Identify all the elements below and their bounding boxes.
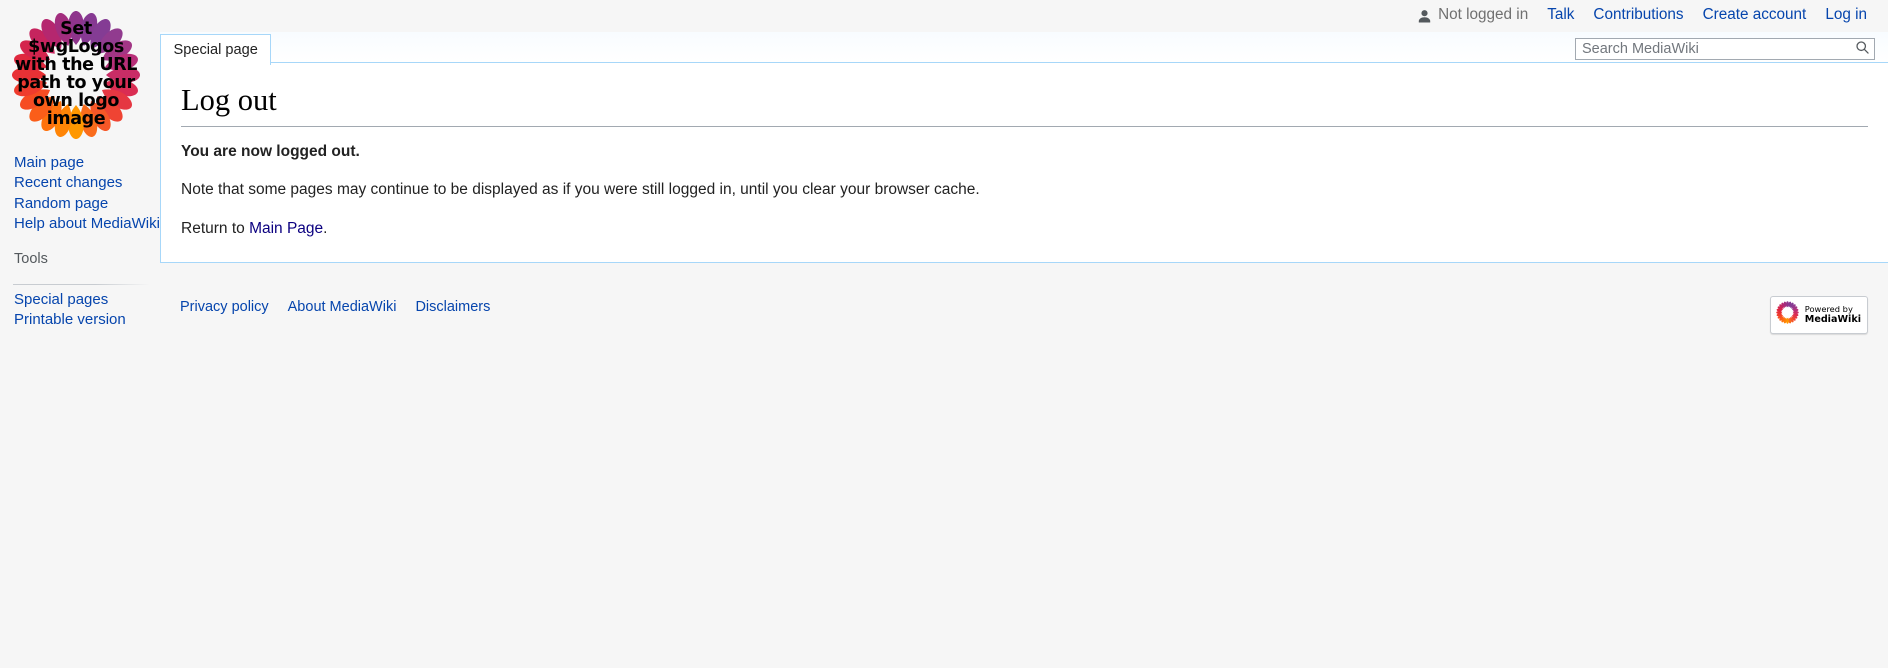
- page-title: Log out: [181, 81, 1868, 127]
- browser-cache-note: Note that some pages may continue to be …: [181, 181, 980, 199]
- sidebar-item-random-page[interactable]: Random page: [0, 195, 160, 213]
- tools-list: Special pages Printable version: [0, 291, 160, 329]
- navigation-list: Main page Recent changes Random page Hel…: [0, 154, 160, 233]
- logo-placeholder-text: Set $wgLogos with the URL path to your o…: [15, 19, 137, 129]
- search-icon: [1855, 40, 1870, 58]
- footer-item-privacy-policy[interactable]: Privacy policy: [180, 299, 269, 315]
- search-button[interactable]: [1853, 40, 1872, 58]
- sidebar-link-main-page[interactable]: Main page: [14, 154, 84, 171]
- powered-by-text: Powered by MediaWiki: [1804, 303, 1861, 326]
- return-paragraph: Return to Main Page.: [181, 217, 1868, 242]
- portal-tools: Tools Special pages Printable version: [0, 251, 160, 329]
- site-logo[interactable]: Set $wgLogos with the URL path to your o…: [0, 0, 152, 150]
- footer-item-disclaimers[interactable]: Disclaimers: [415, 299, 490, 315]
- body-content: You are now logged out. Note that some p…: [181, 127, 1868, 242]
- sidebar-item-special-pages[interactable]: Special pages: [0, 291, 160, 309]
- footer-item-about-mediawiki[interactable]: About MediaWiki: [288, 299, 397, 315]
- main-content-area: Log out You are now logged out. Note tha…: [160, 63, 1888, 263]
- search-form: [1575, 38, 1875, 60]
- footer-link-privacy-policy[interactable]: Privacy policy: [180, 299, 269, 315]
- powered-by-mediawiki-badge[interactable]: Powered by MediaWiki: [1769, 296, 1868, 334]
- footer-icons: Powered by MediaWiki: [1769, 296, 1868, 334]
- logged-out-notice: You are now logged out.: [181, 142, 360, 160]
- search-input[interactable]: [1575, 38, 1875, 60]
- powered-by-bottom-label: MediaWiki: [1804, 314, 1861, 326]
- sidebar-link-printable-version[interactable]: Printable version: [14, 311, 126, 328]
- sidebar-item-printable-version[interactable]: Printable version: [0, 311, 160, 329]
- sidebar-item-recent-changes[interactable]: Recent changes: [0, 174, 160, 192]
- sidebar-link-special-pages[interactable]: Special pages: [14, 291, 108, 308]
- namespace-tabs: Special page: [160, 32, 272, 65]
- sidebar-link-help-about-mediawiki[interactable]: Help about MediaWiki: [14, 215, 160, 232]
- sidebar-link-recent-changes[interactable]: Recent changes: [14, 174, 122, 191]
- sidebar-item-main-page[interactable]: Main page: [0, 154, 160, 172]
- mediawiki-sunflower-icon: [1775, 300, 1800, 330]
- footer-links-list: Privacy policy About MediaWiki Disclaime…: [180, 285, 1868, 315]
- footer-link-about-mediawiki[interactable]: About MediaWiki: [288, 299, 397, 315]
- portal-heading-tools: Tools: [14, 251, 48, 267]
- powered-by-top-label: Powered by: [1804, 303, 1853, 314]
- return-suffix: .: [323, 220, 328, 238]
- return-to-main-page-link[interactable]: Main Page: [249, 220, 323, 237]
- sidebar-item-help-about-mediawiki[interactable]: Help about MediaWiki: [0, 215, 160, 233]
- page-footer: Privacy policy About MediaWiki Disclaime…: [160, 285, 1888, 345]
- portal-divider: [13, 283, 150, 285]
- sidebar-link-random-page[interactable]: Random page: [14, 195, 108, 212]
- portal-navigation: Main page Recent changes Random page Hel…: [0, 154, 160, 233]
- return-prefix: Return to: [181, 220, 250, 238]
- sidebar: Main page Recent changes Random page Hel…: [0, 154, 160, 332]
- tab-special-page[interactable]: Special page: [160, 34, 272, 65]
- content-wrapper: Special page Log out You are now logged …: [160, 0, 1888, 263]
- footer-link-disclaimers[interactable]: Disclaimers: [415, 299, 490, 315]
- tab-special-page-label: Special page: [173, 42, 258, 58]
